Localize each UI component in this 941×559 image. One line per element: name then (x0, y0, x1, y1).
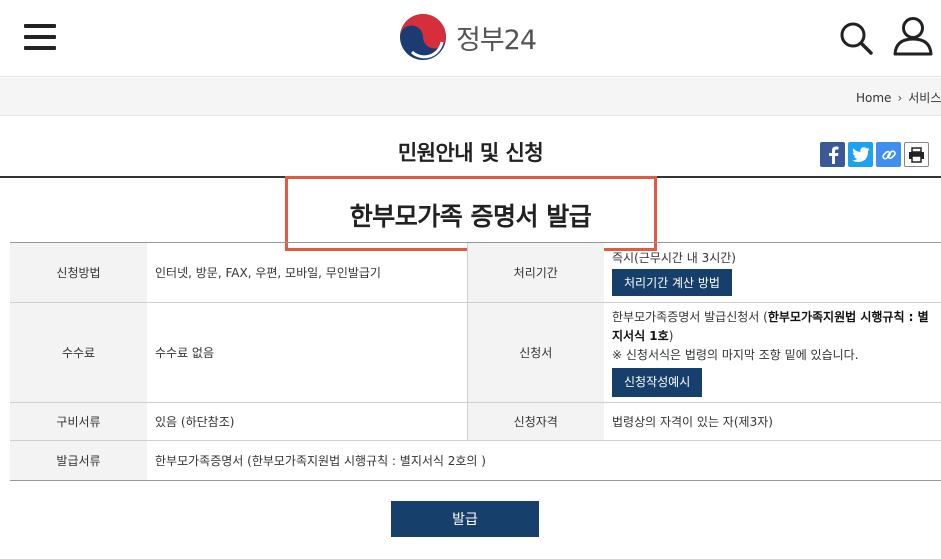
site-logo[interactable]: 정부24 (398, 12, 537, 62)
eligibility-value: 법령상의 자격이 있는 자(제3자) (604, 402, 941, 441)
issued-value: 한부모가족증명서 (한부모가족지원법 시행규칙 : 별지서식 2호의 ) (147, 440, 941, 481)
table-row: 신청방법 인터넷, 방문, FAX, 우편, 모바일, 무인발급기 처리기간 즉… (10, 242, 941, 303)
page-title: 민원안내 및 신청 (397, 141, 544, 165)
form-example-button[interactable]: 신청작성예시 (612, 368, 703, 397)
table-row: 발급서류 한부모가족증명서 (한부모가족지원법 시행규칙 : 별지서식 2호의 … (10, 440, 941, 481)
breadcrumb: Home › 서비스 (856, 89, 941, 106)
eligibility-label: 신청자격 (466, 402, 604, 441)
hamburger-menu-icon[interactable] (24, 24, 56, 50)
period-value: 즉시(근무시간 내 3시간) (612, 251, 736, 265)
breadcrumb-current[interactable]: 서비스 (908, 91, 941, 105)
issued-label: 발급서류 (10, 440, 147, 481)
form-note: ※ 신청서식은 법령의 마지막 조항 밑에 있습니다. (612, 348, 859, 362)
highlight-annotation-box (285, 176, 657, 251)
share-buttons (820, 142, 929, 167)
search-icon[interactable] (838, 20, 874, 56)
fee-label: 수수료 (10, 302, 147, 403)
period-calc-button[interactable]: 처리기간 계산 방법 (612, 269, 732, 296)
taegeuk-logo-icon (400, 14, 446, 60)
form-label: 신청서 (466, 302, 604, 403)
logo-text: 정부24 (456, 24, 537, 56)
user-icon[interactable] (892, 16, 934, 56)
breadcrumb-home[interactable]: Home (856, 91, 891, 105)
table-row: 구비서류 있음 (하단참조) 신청자격 법령상의 자격이 있는 자(제3자) (10, 402, 941, 441)
site-header: 정부24 (0, 0, 941, 77)
fee-value: 수수료 없음 (147, 302, 467, 403)
method-label: 신청방법 (10, 242, 147, 303)
period-cell: 즉시(근무시간 내 3시간) 처리기간 계산 방법 (604, 242, 941, 303)
breadcrumb-bar: Home › 서비스 (0, 78, 941, 116)
link-icon[interactable] (876, 142, 901, 167)
issue-button[interactable]: 발급 (391, 501, 539, 537)
facebook-icon[interactable] (820, 142, 845, 167)
period-label: 처리기간 (466, 242, 604, 303)
method-value: 인터넷, 방문, FAX, 우편, 모바일, 무인발급기 (147, 242, 467, 303)
service-info-table: 신청방법 인터넷, 방문, FAX, 우편, 모바일, 무인발급기 처리기간 즉… (10, 242, 941, 481)
form-value: 한부모가족증명서 발급신청서 (한부모가족지원법 시행규칙 : 별지서식 1호) (612, 310, 929, 343)
table-row: 수수료 수수료 없음 신청서 한부모가족증명서 발급신청서 (한부모가족지원법 … (10, 302, 941, 403)
print-icon[interactable] (904, 142, 929, 167)
twitter-icon[interactable] (848, 142, 873, 167)
chevron-right-icon: › (897, 91, 903, 105)
docs-value: 있음 (하단참조) (147, 402, 467, 441)
form-cell: 한부모가족증명서 발급신청서 (한부모가족지원법 시행규칙 : 별지서식 1호)… (604, 302, 941, 403)
docs-label: 구비서류 (10, 402, 147, 441)
